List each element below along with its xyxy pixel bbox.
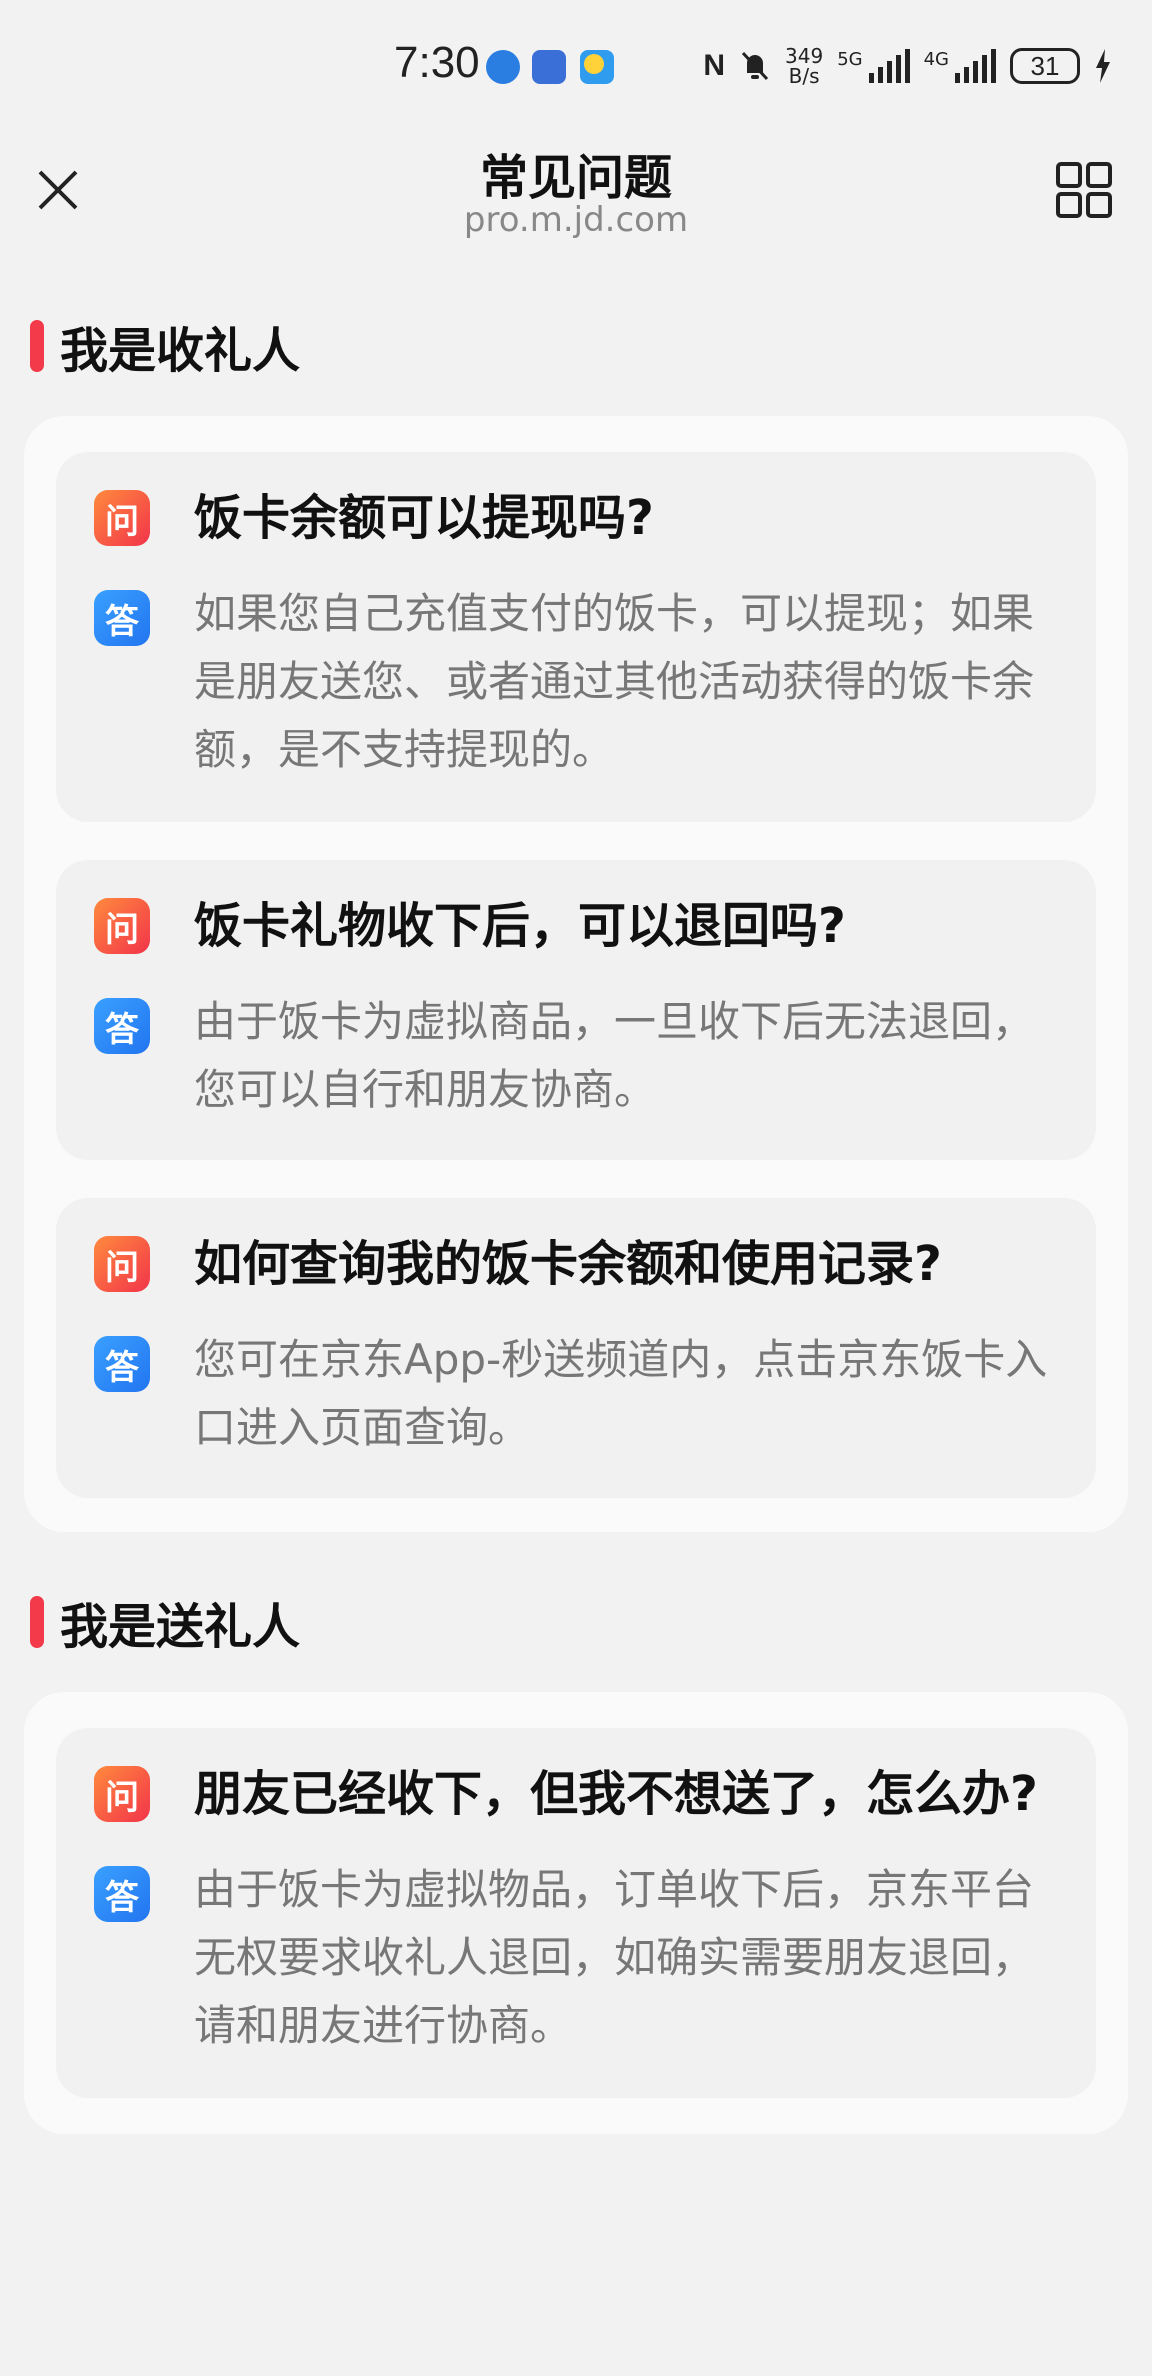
section-accent-bar	[30, 1596, 44, 1648]
answer-badge: 答	[94, 1336, 150, 1392]
question-badge: 问	[94, 490, 150, 546]
sim1-net-label: 5G	[837, 49, 863, 70]
answer-badge: 答	[94, 1866, 150, 1922]
faq-item: 问 朋友已经收下，但我不想送了，怎么办? 答 由于饭卡为虚拟物品，订单收下后，京…	[56, 1728, 1096, 2098]
question-badge: 问	[94, 1766, 150, 1822]
question-text: 如何查询我的饭卡余额和使用记录?	[194, 1236, 942, 1292]
section-header-receiver: 我是收礼人	[30, 316, 300, 379]
signal-sim1: 5G	[837, 49, 910, 83]
grid-menu-icon	[1056, 162, 1112, 218]
section-accent-bar	[30, 320, 44, 372]
answer-badge: 答	[94, 590, 150, 646]
answer-text: 如果您自己充值支付的饭卡，可以提现；如果是朋友送您、或者通过其他活动获得的饭卡余…	[194, 589, 1035, 774]
sim2-net-label: 4G	[923, 49, 949, 70]
question-text: 饭卡礼物收下后，可以退回吗?	[194, 898, 846, 954]
faq-item: 问 如何查询我的饭卡余额和使用记录? 答 您可在京东App-秒送频道内，点击京东…	[56, 1198, 1096, 1498]
browser-app-icon	[486, 50, 520, 84]
question-badge: 问	[94, 898, 150, 954]
faq-item: 问 饭卡礼物收下后，可以退回吗? 答 由于饭卡为虚拟商品，一旦收下后无法退回，您…	[56, 860, 1096, 1160]
status-bar: 7:30 N 349 B/s 5G 4G 31	[0, 0, 1152, 130]
battery-level: 31	[1030, 50, 1060, 81]
battery-icon: 31	[1010, 48, 1080, 84]
section-header-sender: 我是送礼人	[30, 1592, 300, 1655]
faq-card-sender: 问 朋友已经收下，但我不想送了，怎么办? 答 由于饭卡为虚拟物品，订单收下后，京…	[24, 1692, 1128, 2134]
faq-item: 问 饭卡余额可以提现吗? 答 如果您自己充值支付的饭卡，可以提现；如果是朋友送您…	[56, 452, 1096, 822]
net-speed: 349 B/s	[785, 46, 823, 86]
weather-app-icon	[580, 50, 614, 84]
signal-sim2: 4G	[924, 49, 996, 83]
answer-text: 由于饭卡为虚拟物品，订单收下后，京东平台无权要求收礼人退回，如确实需要朋友退回，…	[194, 1865, 1035, 2050]
net-speed-value: 349	[785, 44, 824, 68]
answer-badge: 答	[94, 998, 150, 1054]
answer-text: 您可在京东App-秒送频道内，点击京东饭卡入口进入页面查询。	[194, 1335, 1048, 1452]
mute-bell-icon	[741, 51, 769, 81]
nfc-icon: N	[703, 49, 725, 82]
page-title: 常见问题	[479, 150, 672, 206]
game-app-icon	[532, 50, 566, 84]
net-speed-unit: B/s	[788, 64, 820, 88]
page-header: 常见问题 pro.m.jd.com	[0, 130, 1152, 260]
question-text: 朋友已经收下，但我不想送了，怎么办?	[194, 1766, 1038, 1822]
grid-menu-button[interactable]	[1054, 160, 1114, 220]
status-indicators: N 349 B/s 5G 4G 31	[703, 44, 1112, 88]
section-title: 我是收礼人	[60, 323, 301, 379]
question-badge: 问	[94, 1236, 150, 1292]
page-url: pro.m.jd.com	[463, 200, 689, 240]
charging-icon	[1096, 49, 1110, 83]
status-time: 7:30	[394, 38, 480, 87]
section-title: 我是送礼人	[60, 1599, 301, 1655]
faq-card-receiver: 问 饭卡余额可以提现吗? 答 如果您自己充值支付的饭卡，可以提现；如果是朋友送您…	[24, 416, 1128, 1532]
question-text: 饭卡余额可以提现吗?	[194, 490, 654, 546]
answer-text: 由于饭卡为虚拟商品，一旦收下后无法退回，您可以自行和朋友协商。	[194, 997, 1035, 1114]
